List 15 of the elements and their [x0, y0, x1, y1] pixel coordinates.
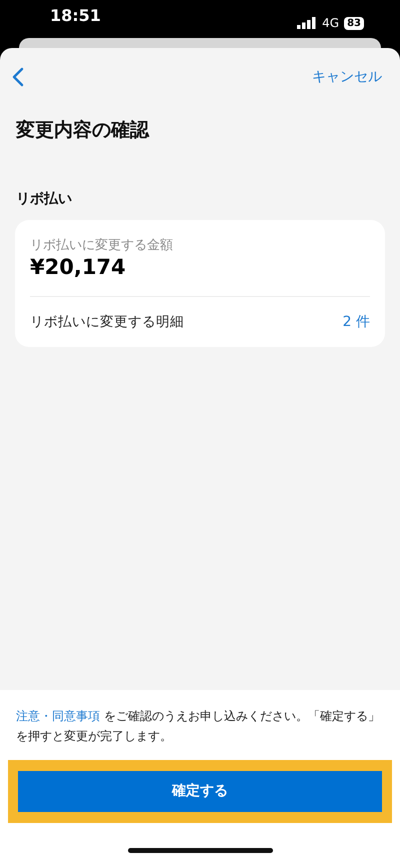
details-count[interactable]: 2 件	[342, 312, 370, 333]
amount-value: ¥20,174	[30, 255, 127, 280]
network-type: 4G	[322, 15, 340, 32]
cancel-button[interactable]: キャンセル	[312, 66, 382, 88]
confirm-button[interactable]: 確定する	[18, 771, 382, 812]
notice-text: 注意・同意事項 をご確認のうえお申し込みください。「確定する」を押すと変更が完了します。	[16, 708, 381, 745]
back-icon[interactable]	[12, 67, 24, 87]
amount-label: リボ払いに変更する金額	[30, 236, 174, 254]
section-heading: リボ払い	[16, 190, 73, 208]
status-time: 18:51	[50, 5, 101, 27]
terms-link[interactable]: 注意・同意事項	[16, 709, 100, 723]
signal-icon	[297, 17, 318, 29]
battery-level: 83	[344, 16, 364, 30]
details-label: リボ払いに変更する明細	[30, 313, 184, 332]
page-title: 変更内容の確認	[16, 118, 150, 143]
